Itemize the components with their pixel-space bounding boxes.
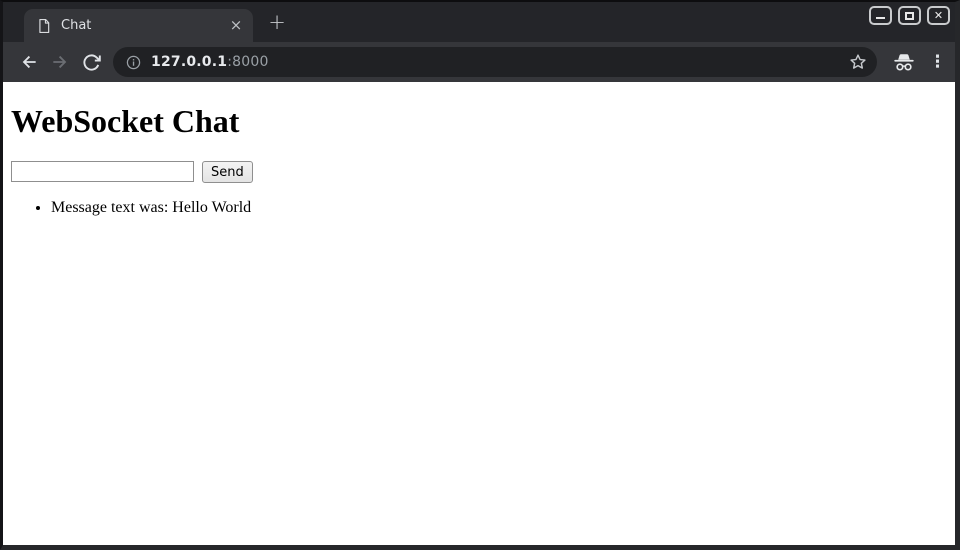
maximize-button[interactable]	[898, 6, 921, 25]
page-content: WebSocket Chat Send Message text was: He…	[3, 82, 955, 545]
forward-arrow-icon	[50, 52, 70, 72]
browser-menu-button[interactable]: ⋮	[929, 54, 945, 71]
tab-title: Chat	[61, 18, 227, 33]
send-button[interactable]: Send	[202, 161, 253, 183]
minimize-button[interactable]	[869, 6, 892, 25]
address-bar[interactable]: 127.0.0.1:8000	[113, 47, 877, 77]
maximize-icon	[905, 12, 914, 20]
reload-icon	[82, 53, 101, 72]
minimize-icon	[876, 17, 885, 19]
window-controls: ✕	[869, 6, 950, 25]
close-button[interactable]: ✕	[927, 6, 950, 25]
message-list-item: Message text was: Hello World	[51, 199, 947, 217]
tab-strip: Chat × + ✕	[3, 2, 955, 42]
page-favicon-icon	[37, 18, 51, 34]
tab-close-icon[interactable]: ×	[227, 17, 245, 35]
forward-button[interactable]	[46, 48, 74, 76]
message-input[interactable]	[11, 161, 194, 182]
browser-window: Chat × + ✕	[0, 0, 960, 550]
close-icon: ✕	[934, 10, 943, 21]
back-button[interactable]	[15, 48, 43, 76]
page-title: WebSocket Chat	[11, 103, 947, 140]
new-tab-button[interactable]: +	[264, 12, 290, 33]
tab-chat[interactable]: Chat ×	[24, 9, 253, 42]
url-host: 127.0.0.1	[151, 54, 227, 70]
star-icon	[848, 52, 868, 72]
incognito-badge-icon	[892, 53, 916, 72]
browser-toolbar: 127.0.0.1:8000 ⋮	[3, 42, 955, 82]
url-text: 127.0.0.1:8000	[151, 54, 269, 70]
back-arrow-icon	[19, 52, 39, 72]
chat-form: Send	[11, 161, 947, 183]
bookmark-star-button[interactable]	[848, 52, 868, 72]
message-list: Message text was: Hello World	[11, 199, 947, 217]
reload-button[interactable]	[77, 48, 105, 76]
url-port: :8000	[227, 54, 268, 70]
site-info-icon[interactable]	[125, 54, 142, 71]
